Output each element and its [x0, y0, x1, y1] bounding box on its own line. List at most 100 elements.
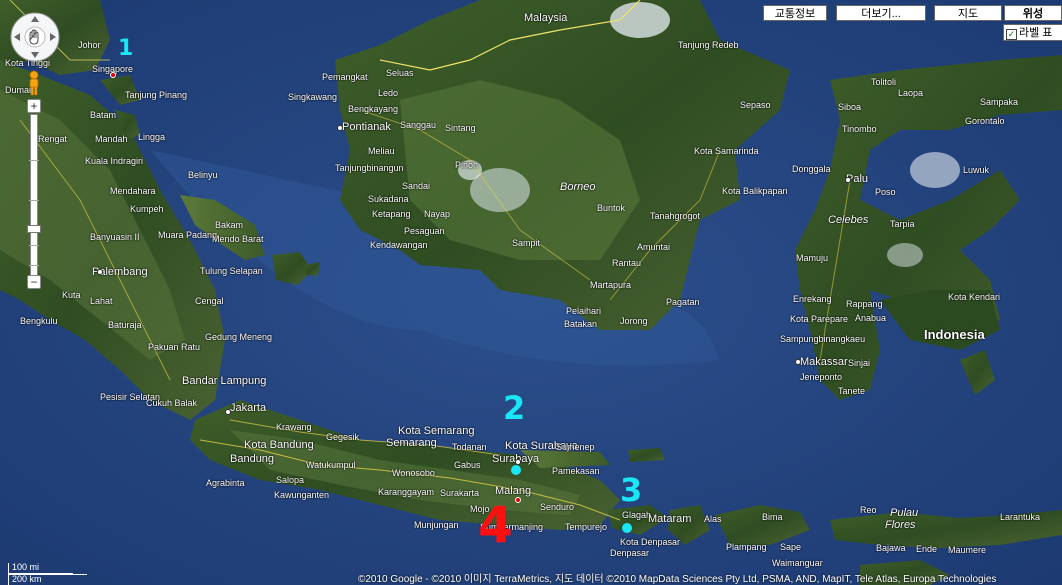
- pegman-icon[interactable]: [26, 70, 42, 96]
- place-salopa: Salopa: [276, 475, 305, 485]
- place-larantuka: Larantuka: [1000, 512, 1041, 522]
- place-seluas: Seluas: [386, 68, 414, 78]
- place-rappang: Rappang: [846, 299, 883, 309]
- place-tanjung-redeb: Tanjung Redeb: [678, 40, 739, 50]
- label-checkbox[interactable]: ✓: [1006, 29, 1017, 40]
- label-toggle[interactable]: ✓ 라벨 표: [1003, 24, 1062, 41]
- zoom-in-button[interactable]: +: [27, 99, 41, 113]
- place-sanggau: Sanggau: [400, 120, 437, 130]
- place-toli: Tolitoli: [871, 77, 897, 87]
- place-tanjung-pinang: Tanjung Pinang: [125, 90, 188, 100]
- place-sampit: Sampit: [512, 238, 541, 248]
- place-cengal: Cengal: [195, 296, 224, 306]
- place-tarpia: Tarpia: [890, 219, 915, 229]
- place-kawunganten: Kawunganten: [274, 490, 330, 500]
- place-jeneponto: Jeneponto: [800, 372, 843, 382]
- place-pelaihari: Pelaihari: [566, 306, 602, 316]
- place-pontianak: Pontianak: [342, 121, 391, 133]
- place-siboa: Siboa: [838, 102, 862, 112]
- place-sumenep: Sumenep: [556, 442, 595, 452]
- place-karanggayam: Karanggayam: [378, 487, 435, 497]
- place-krawang: Krawang: [276, 422, 312, 432]
- place-johor: Johor: [78, 40, 101, 50]
- place-bandar-lampung: Bandar Lampung: [182, 375, 267, 387]
- place-muara-padang: Muara Padang: [158, 230, 218, 240]
- place-gegesik: Gegesik: [326, 432, 360, 442]
- place-sinjai: Sinjai: [848, 358, 871, 368]
- marker-3-point: [622, 523, 632, 533]
- place-kota-balikpapan: Kota Balikpapan: [722, 186, 788, 196]
- place-buntok: Buntok: [597, 203, 626, 213]
- place-reo: Reo: [860, 505, 877, 515]
- place-kota-denpasar: Kota Denpasar: [620, 537, 681, 547]
- place-cukuh-balak: Cukuh Balak: [146, 398, 198, 408]
- place-martapura: Martapura: [590, 280, 632, 290]
- place-batakan: Batakan: [564, 319, 598, 329]
- traffic-button[interactable]: 교통정보: [763, 5, 827, 21]
- place-kuta: Kuta: [62, 290, 81, 300]
- place-kuala-indragiri: Kuala Indragiri: [85, 156, 144, 166]
- zoom-track[interactable]: [27, 114, 41, 284]
- place-celebes: Celebes: [828, 214, 869, 226]
- satellite-map[interactable]: Johor Kota Tinggi Singapore Tanjung Pina…: [0, 0, 1062, 585]
- marker-3[interactable]: 3: [620, 474, 642, 506]
- pan-control[interactable]: [8, 10, 62, 64]
- place-plampang: Plampang: [726, 542, 767, 552]
- marker-1[interactable]: 1: [118, 38, 133, 60]
- place-kota-samarinda: Kota Samarinda: [694, 146, 759, 156]
- place-poso: Poso: [875, 187, 896, 197]
- satellite-button[interactable]: 위성: [1004, 5, 1062, 21]
- place-tinombo: Tinombo: [842, 124, 877, 134]
- place-mendo-barat: Mendo Barat: [212, 234, 264, 244]
- place-alas: Alas: [704, 514, 722, 524]
- place-bakam: Bakam: [215, 220, 244, 230]
- marker-4[interactable]: 4: [478, 500, 513, 550]
- place-pulau: Pulau: [890, 507, 919, 519]
- zoom-handle[interactable]: [27, 225, 41, 233]
- place-batam: Batam: [90, 110, 117, 120]
- place-tanjungbinangun: Tanjungbinangun: [335, 163, 404, 173]
- place-pagatan: Pagatan: [666, 297, 700, 307]
- place-ende: Ende: [916, 544, 938, 554]
- place-belinyu: Belinyu: [188, 170, 218, 180]
- scale-km: 200 km: [12, 574, 42, 584]
- more-button[interactable]: 더보기...: [836, 5, 926, 21]
- place-surakarta: Surakarta: [440, 488, 480, 498]
- place-semarang: Semarang: [386, 437, 437, 449]
- label-toggle-text: 라벨 표: [1019, 27, 1053, 39]
- place-gedung-meneng: Gedung Meneng: [205, 332, 273, 342]
- place-tanahgrogot: Tanahgrogot: [650, 211, 701, 221]
- place-luwuk: Luwuk: [963, 165, 990, 175]
- place-kendawangan: Kendawangan: [370, 240, 428, 250]
- zoom-out-button[interactable]: −: [27, 275, 41, 289]
- city-dot: [795, 359, 801, 365]
- place-ledo: Ledo: [378, 88, 399, 98]
- place-gorontalo: Gorontalo: [965, 116, 1005, 126]
- place-sampungbinangkaeu: Sampungbinangkaeu: [780, 334, 866, 344]
- place-enrekang: Enrekang: [793, 294, 832, 304]
- place-baturaja: Baturaja: [108, 320, 142, 330]
- place-mamuju: Mamuju: [796, 253, 829, 263]
- place-makassar: Makassar: [800, 356, 848, 368]
- place-todanan: Todanan: [452, 442, 487, 452]
- place-meliau: Meliau: [368, 146, 395, 156]
- place-lahat: Lahat: [90, 296, 113, 306]
- place-tempurejo: Tempurejo: [565, 522, 608, 532]
- place-pamekasan: Pamekasan: [552, 466, 600, 476]
- copyright-text: ©2010 Google - ©2010 이미지 TerraMetrics, 지…: [358, 574, 997, 585]
- place-laopa: Laopa: [898, 88, 924, 98]
- map-button[interactable]: 지도: [934, 5, 1002, 21]
- place-lingga: Lingga: [138, 132, 166, 142]
- place-banyuasin: Banyuasin II: [90, 232, 140, 242]
- place-anabua: Anabua: [855, 313, 887, 323]
- place-pesaguan: Pesaguan: [404, 226, 445, 236]
- place-rantau: Rantau: [612, 258, 642, 268]
- place-nayap: Nayap: [424, 209, 451, 219]
- place-maumere: Maumere: [948, 545, 987, 555]
- place-kota-kendari: Kota Kendari: [948, 292, 1001, 302]
- marker-2[interactable]: 2: [503, 392, 525, 424]
- scale-bar: 100 mi 200 km: [8, 562, 88, 585]
- place-kota-bandung: Kota Bandung: [244, 439, 314, 451]
- city-dot: [845, 177, 851, 183]
- place-kota-parepare: Kota Parepare: [790, 314, 849, 324]
